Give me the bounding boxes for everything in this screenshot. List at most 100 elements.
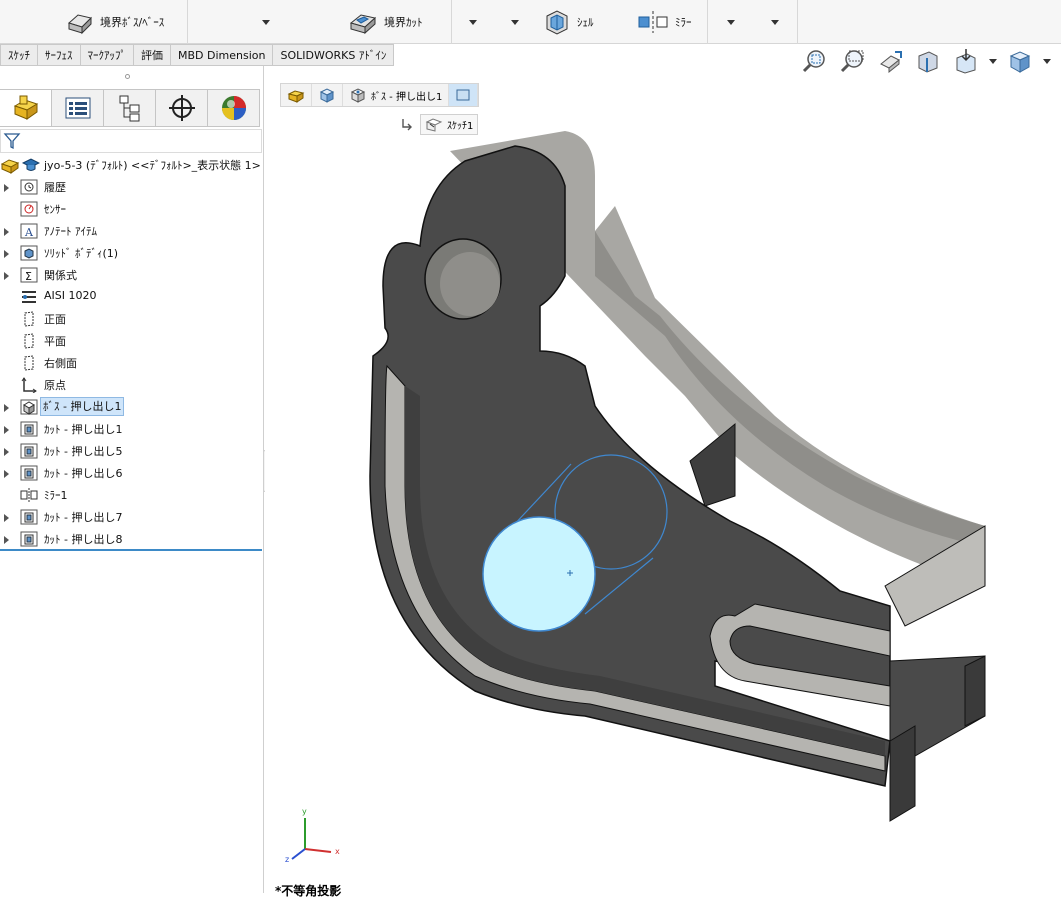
tree-root-label: jyo-5-3 (ﾃﾞﾌｫﾙﾄ) <<ﾃﾞﾌｫﾙﾄ>_表示状態 1> — [44, 159, 261, 172]
chevron-down-icon[interactable] — [262, 20, 270, 25]
tree-item[interactable]: 正面 — [0, 308, 262, 330]
expand-arrow-icon[interactable] — [4, 426, 9, 434]
expand-arrow-icon[interactable] — [4, 448, 9, 456]
boundary-cut-button[interactable]: 境界ｶｯﾄ — [348, 6, 423, 38]
triad-z-label: z — [285, 855, 289, 864]
mirror-label: ﾐﾗｰ — [675, 16, 692, 29]
shell-icon — [546, 10, 568, 35]
tab-mbd-dimension[interactable]: MBD Dimension — [171, 44, 274, 66]
graphics-area[interactable]: ﾎﾞｽ - 押し出し1 ｽｹｯﾁ1 y x z *不等角投影 — [265, 49, 1061, 898]
origin-icon — [20, 377, 38, 394]
tab-feature-manager[interactable] — [0, 89, 52, 127]
tab-solidworks-addins[interactable]: SOLIDWORKS ｱﾄﾞｲﾝ — [273, 44, 395, 66]
chevron-down-icon[interactable] — [511, 20, 519, 25]
display-manager-icon — [221, 96, 246, 120]
tree-item-label: ｶｯﾄ - 押し出し6 — [44, 467, 123, 480]
filter-icon[interactable] — [3, 132, 21, 150]
tree-item-label: 原点 — [44, 379, 66, 392]
tree-item[interactable]: ｶｯﾄ - 押し出し5 — [0, 440, 262, 462]
configuration-manager-icon — [119, 95, 139, 122]
expand-arrow-icon[interactable] — [4, 272, 9, 280]
tree-item[interactable]: 平面 — [0, 330, 262, 352]
tab-surface[interactable]: ｻｰﾌｪｽ — [38, 44, 81, 66]
chevron-down-icon[interactable] — [1043, 58, 1051, 64]
toolbar-divider — [797, 0, 798, 44]
tab-markup[interactable]: ﾏｰｸｱｯﾌﾟ — [80, 44, 134, 66]
tree-item[interactable]: ｶｯﾄ - 押し出し1 — [0, 418, 262, 440]
expand-arrow-icon[interactable] — [4, 470, 9, 478]
toolbar-divider — [707, 0, 708, 44]
tree-item[interactable]: 原点 — [0, 374, 262, 396]
plane-icon — [20, 355, 38, 371]
tree-item[interactable]: ﾐﾗｰ1 — [0, 484, 262, 506]
equation-icon: Σ — [20, 267, 38, 283]
tree-item[interactable]: ﾎﾞｽ - 押し出し1 — [0, 396, 262, 418]
feature-manager-icon — [13, 95, 38, 120]
tree-item[interactable]: ｾﾝｻｰ — [0, 198, 262, 220]
chevron-down-icon[interactable] — [771, 20, 779, 25]
selected-circle-face[interactable] — [482, 516, 596, 632]
tree-item[interactable]: AISI 1020 — [0, 286, 262, 308]
tree-item-label: ﾐﾗｰ1 — [44, 489, 68, 502]
chevron-down-icon[interactable] — [989, 58, 997, 64]
tree-item[interactable]: Σ 関係式 — [0, 264, 262, 286]
expand-arrow-icon[interactable] — [4, 184, 9, 192]
lug-hole-inner — [440, 252, 500, 316]
tree-item-label: ｶｯﾄ - 押し出し1 — [44, 423, 123, 436]
mirror-button[interactable]: ﾐﾗｰ — [637, 6, 692, 38]
chevron-down-icon[interactable] — [469, 20, 477, 25]
coordinate-triad: y x z — [285, 807, 340, 864]
tree-item-label: 履歴 — [44, 181, 66, 194]
panel-grip[interactable] — [125, 74, 130, 79]
shell-button[interactable]: ｼｪﾙ — [543, 6, 594, 38]
tree-item[interactable]: ｶｯﾄ - 押し出し8 — [0, 528, 262, 550]
chevron-down-icon[interactable] — [727, 20, 735, 25]
tree-item[interactable]: A ｱﾉﾃｰﾄ ｱｲﾃﾑ — [0, 220, 262, 242]
triad-x-label: x — [335, 847, 340, 856]
tree-item[interactable]: ｿﾘｯﾄﾞ ﾎﾞﾃﾞｨ(1) — [0, 242, 262, 264]
expand-arrow-icon[interactable] — [4, 228, 9, 236]
expand-arrow-icon[interactable] — [4, 250, 9, 258]
tree-item[interactable]: ｶｯﾄ - 押し出し6 — [0, 462, 262, 484]
cut-extrude-icon — [20, 531, 38, 547]
plane-icon — [20, 333, 38, 349]
triad-y-label: y — [302, 807, 307, 816]
sensor-icon — [20, 201, 38, 217]
tree-end-marker — [0, 549, 262, 551]
tree-item-label: 右側面 — [44, 357, 77, 370]
mirror-icon — [638, 11, 668, 33]
tree-filter-bar[interactable] — [0, 129, 262, 153]
arm-pocket — [689, 422, 736, 507]
tab-configuration-manager[interactable] — [104, 89, 156, 127]
tree-item-label: 正面 — [44, 313, 66, 326]
tree-item[interactable]: 右側面 — [0, 352, 262, 374]
tree-item[interactable]: ｶｯﾄ - 押し出し7 — [0, 506, 262, 528]
tree-item-label: 関係式 — [44, 269, 77, 282]
tree-root[interactable]: jyo-5-3 (ﾃﾞﾌｫﾙﾄ) <<ﾃﾞﾌｫﾙﾄ>_表示状態 1> — [0, 154, 262, 176]
tree-item[interactable]: 履歴 — [0, 176, 262, 198]
tab-display-manager[interactable] — [208, 89, 260, 127]
tab-dimxpert-manager[interactable] — [156, 89, 208, 127]
tab-evaluate[interactable]: 評価 — [134, 44, 171, 66]
boundary-cut-label: 境界ｶｯﾄ — [384, 16, 423, 29]
feature-tree: jyo-5-3 (ﾃﾞﾌｫﾙﾄ) <<ﾃﾞﾌｫﾙﾄ>_表示状態 1> 履歴 ｾﾝｻ… — [0, 154, 262, 550]
tab-property-manager[interactable] — [52, 89, 104, 127]
part-icon — [0, 159, 20, 174]
tree-item-label: ｿﾘｯﾄﾞ ﾎﾞﾃﾞｨ(1) — [44, 247, 119, 260]
expand-arrow-icon[interactable] — [4, 404, 9, 412]
lower-fork-end — [964, 655, 986, 727]
cut-extrude-icon — [20, 443, 38, 459]
part-model-view[interactable]: y x z — [265, 66, 1061, 893]
tab-sketch[interactable]: ｽｹｯﾁ — [0, 44, 38, 66]
svg-text:Σ: Σ — [25, 270, 32, 283]
tree-item-label: ｶｯﾄ - 押し出し7 — [44, 511, 123, 524]
front-fork-end — [889, 725, 916, 822]
crosshair-icon — [168, 95, 195, 121]
plane-icon — [20, 311, 38, 327]
tree-item-label: 平面 — [44, 335, 66, 348]
solid-body-icon — [20, 245, 38, 261]
tree-item-label: ｶｯﾄ - 押し出し8 — [44, 533, 123, 546]
expand-arrow-icon[interactable] — [4, 514, 9, 522]
boundary-boss-button[interactable]: 境界ﾎﾞｽ/ﾍﾞｰｽ — [66, 6, 164, 38]
expand-arrow-icon[interactable] — [4, 536, 9, 544]
